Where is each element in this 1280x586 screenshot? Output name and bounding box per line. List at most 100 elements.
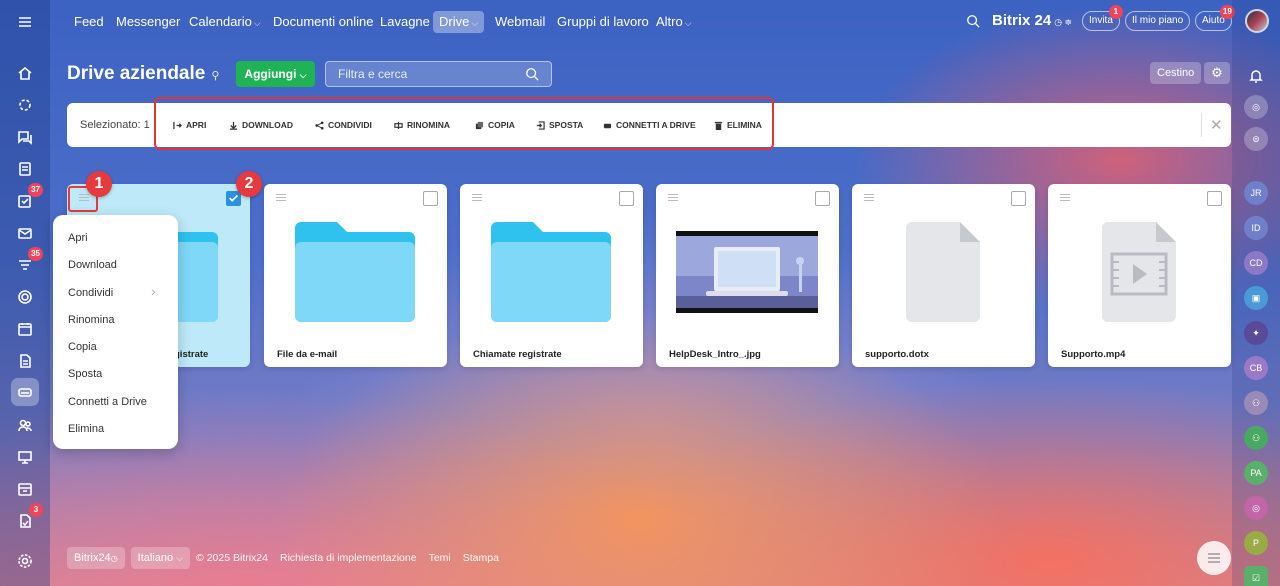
file-card[interactable]: HelpDesk_Intro_.jpg [656,184,839,367]
file-checkbox[interactable] [1011,191,1026,206]
footer-brand[interactable]: Bitrix24◷ [67,547,125,569]
kiosk-icon[interactable] [13,445,37,469]
crm-badge: 35 [28,247,43,261]
feed-icon[interactable] [13,157,37,181]
avatar-group-2[interactable]: ✦ [1244,321,1268,345]
menu-handle-icon[interactable] [668,194,678,203]
tasks-icon[interactable]: 37 [13,183,43,213]
avatar-team[interactable]: ⚇ [1244,391,1268,415]
footer-link-print[interactable]: Stampa [463,552,499,564]
nav-drive[interactable]: Drive ⌵ [433,11,485,33]
brand-logo-text: Bitrix 24 [992,12,1052,29]
file-name[interactable]: HelpDesk_Intro_.jpg [669,349,761,360]
language-label: Italiano [137,552,174,564]
add-button[interactable]: Aggiungi ⌵ [236,61,315,87]
automation-icon[interactable]: 3 [13,503,43,533]
mail-icon[interactable] [13,221,37,245]
invite-button[interactable]: Invita 1 [1082,5,1123,31]
nav-messenger[interactable]: Messenger [116,11,180,33]
file-name[interactable]: Supporto.mp4 [1061,349,1125,360]
file-name[interactable]: gistrate [174,349,208,360]
pin-icon[interactable]: ⚲ [211,70,219,82]
checklist-icon[interactable]: ☑ [1244,566,1268,586]
avatar-id[interactable]: ID [1244,216,1268,240]
chevron-down-icon: ⌵ [684,18,692,28]
search-icon[interactable] [525,67,539,81]
file-card[interactable]: Supporto.mp4 [1048,184,1231,367]
schedule-icon[interactable] [13,477,37,501]
footer-link-implementation[interactable]: Richiesta di implementazione [280,552,417,564]
settings-gear-icon[interactable]: ⚙ [1204,62,1230,84]
nav-lavagne[interactable]: Lavagne [380,11,430,33]
avatar-pa[interactable]: PA [1244,461,1268,485]
avatar-spiral[interactable]: ◎ [1244,496,1268,520]
home-icon[interactable] [13,61,37,85]
avatar-p[interactable]: P [1244,531,1268,555]
bell-icon[interactable] [1244,64,1268,88]
avatar-jr[interactable]: JR [1244,181,1268,205]
menu-item-share[interactable]: Condividi [68,287,113,299]
nav-webmail[interactable]: Webmail [495,11,545,33]
copilot-icon[interactable]: ◎ [1244,95,1268,119]
footer-link-themes[interactable]: Temi [429,552,451,564]
file-checkbox[interactable] [815,191,830,206]
file-checkbox[interactable] [226,191,241,206]
nav-altro[interactable]: Altro ⌵ [656,11,692,33]
file-checkbox[interactable] [1207,191,1222,206]
nav-gruppi-di-lavoro[interactable]: Gruppi di lavoro [557,11,649,33]
menu-item-connect-drive[interactable]: Connetti a Drive [68,396,147,408]
crm-icon[interactable]: 35 [13,247,43,277]
menu-handle-icon[interactable] [472,194,482,203]
file-card[interactable]: File da e-mail [264,184,447,367]
file-checkbox[interactable] [423,191,438,206]
hamburger-menu-icon[interactable] [13,10,37,34]
file-name[interactable]: supporto.dotx [865,349,929,360]
left-sidebar: 37 35 3 [0,0,50,586]
nav-documenti-online[interactable]: Documenti online [273,11,373,33]
chat-icon[interactable] [13,125,37,149]
trash-button[interactable]: Cestino [1150,62,1202,84]
language-selector[interactable]: Italiano ⌵ [130,547,191,569]
collab-icon[interactable] [13,93,37,117]
nav-calendario[interactable]: Calendario ⌵ [189,11,261,33]
menu-handle-icon[interactable] [276,194,286,203]
team-icon[interactable] [13,413,37,437]
file-name[interactable]: File da e-mail [277,349,337,360]
nav-calendario-label: Calendario [189,14,252,29]
footer-brand-label: Bitrix24 [74,552,111,564]
search-icon[interactable] [966,14,980,28]
drive-icon[interactable] [11,378,39,406]
calendar-icon[interactable] [13,317,37,341]
file-card[interactable]: supporto.dotx [852,184,1035,367]
avatar-group-1[interactable]: ▣ [1244,286,1268,310]
avatar-cb[interactable]: CB [1244,356,1268,380]
list-menu-icon[interactable] [1197,541,1231,575]
nav-feed[interactable]: Feed [74,11,104,33]
avatar-cd[interactable]: CD [1244,251,1268,275]
menu-item-download[interactable]: Download [68,259,117,271]
menu-item-copy[interactable]: Copia [68,341,97,353]
brand-logo[interactable]: Bitrix 24 ◷ ≑ [992,12,1072,29]
my-plan-button[interactable]: Il mio piano [1125,11,1191,31]
menu-handle-icon[interactable] [864,194,874,203]
menu-handle-icon[interactable] [1060,194,1070,203]
tasks-badge: 37 [28,183,43,197]
menu-item-rename[interactable]: Rinomina [68,314,114,326]
add-button-label: Aggiungi [244,67,297,81]
file-card[interactable]: Chiamate registrate [460,184,643,367]
messages-icon[interactable]: ⊜ [1244,127,1268,151]
menu-item-move[interactable]: Sposta [68,368,102,380]
search-input[interactable]: Filtra e cerca [325,61,552,87]
menu-item-open[interactable]: Apri [68,232,88,244]
clock-icon: ◷ [110,554,118,563]
file-name[interactable]: Chiamate registrate [473,349,562,360]
close-icon[interactable]: ✕ [1210,116,1223,134]
folder-icon [491,222,611,322]
help-button[interactable]: Aiuto 19 [1195,5,1235,31]
file-checkbox[interactable] [619,191,634,206]
document-icon[interactable] [13,349,37,373]
avatar-group-3[interactable]: ⚇ [1244,426,1268,450]
menu-item-delete[interactable]: Elimina [68,423,104,435]
settings-icon[interactable] [13,549,37,573]
target-icon[interactable] [13,285,37,309]
